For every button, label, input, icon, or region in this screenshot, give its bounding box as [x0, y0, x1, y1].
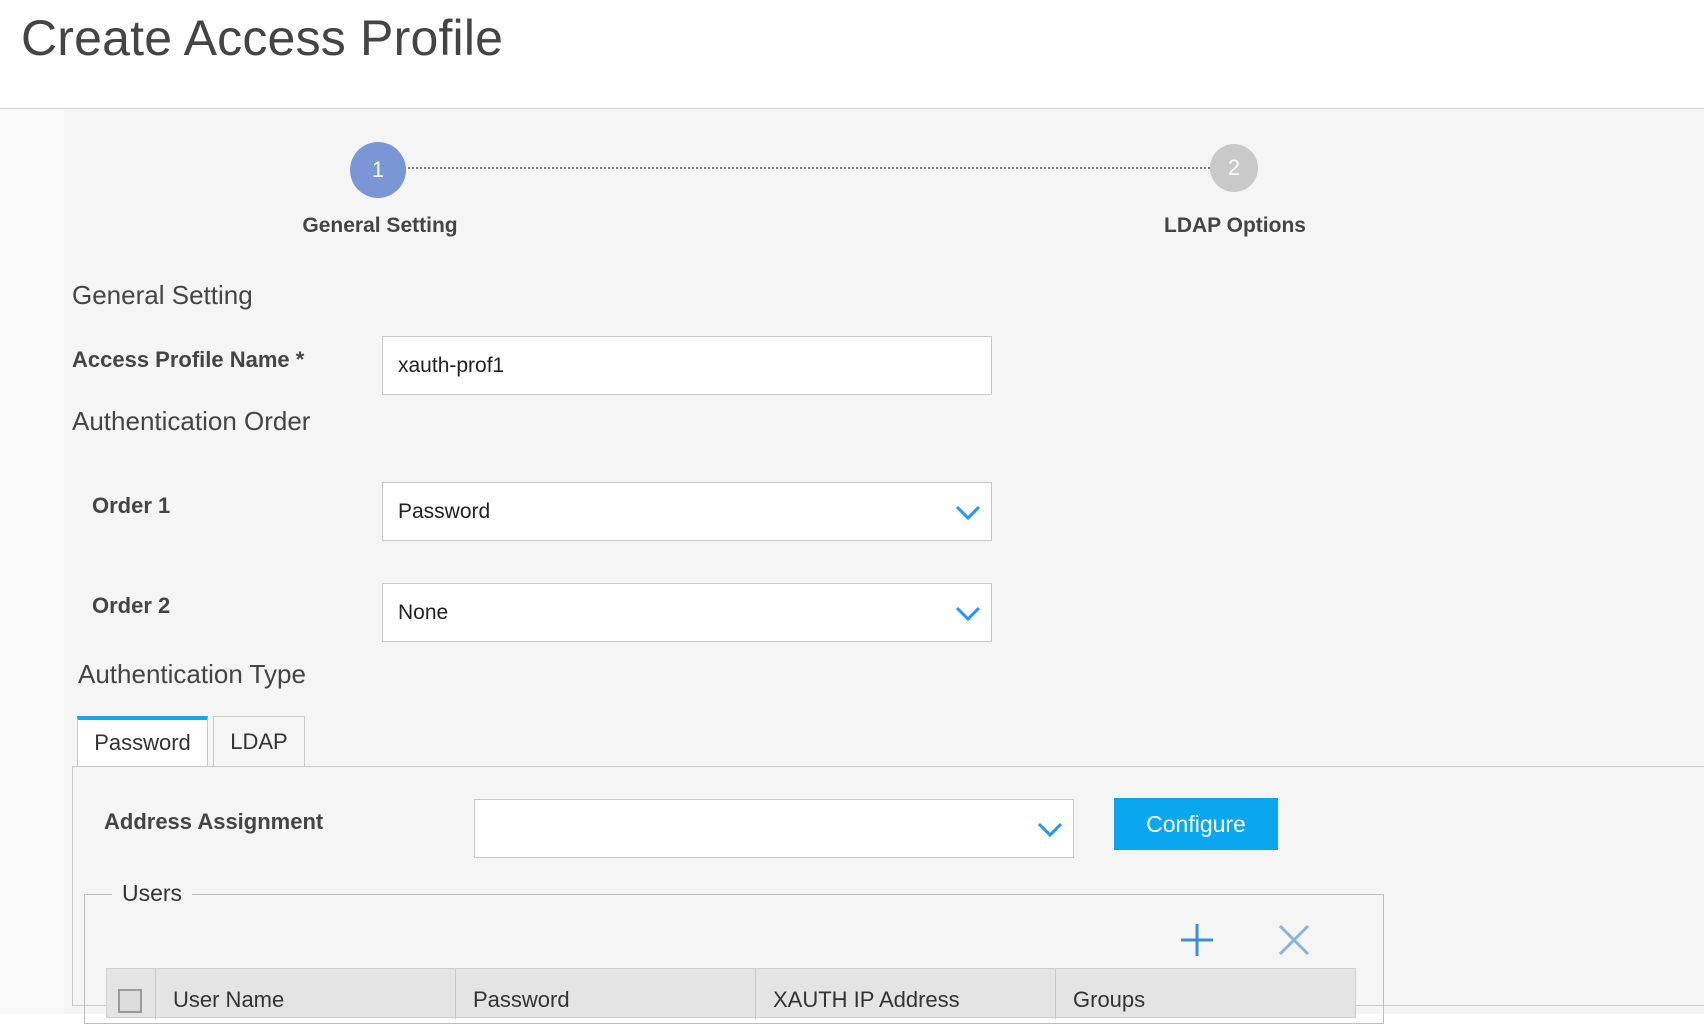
tab-password[interactable]: Password — [77, 716, 208, 766]
access-profile-name-label: Access Profile Name * — [72, 347, 305, 372]
left-gutter — [0, 109, 64, 1014]
tab-ldap[interactable]: LDAP — [213, 716, 305, 766]
page-header: Create Access Profile — [0, 0, 1704, 109]
chevron-down-icon — [955, 606, 981, 621]
column-separator — [1055, 969, 1056, 1019]
column-separator — [755, 969, 756, 1019]
column-separator — [155, 969, 156, 1019]
access-profile-name-input[interactable] — [382, 336, 992, 395]
users-table-header: User Name Password XAUTH IP Address Grou… — [106, 968, 1356, 1019]
configure-button[interactable]: Configure — [1114, 798, 1278, 850]
close-icon[interactable] — [1274, 920, 1314, 960]
order-2-value: None — [398, 600, 449, 624]
order-1-value: Password — [398, 499, 491, 523]
plus-icon[interactable] — [1177, 920, 1217, 960]
wizard-step-2-label[interactable]: LDAP Options — [1115, 214, 1355, 238]
users-legend: Users — [112, 880, 193, 907]
order-2-label: Order 2 — [92, 593, 171, 618]
order-1-select[interactable]: Password — [382, 482, 992, 541]
column-header-xauth-ip[interactable]: XAUTH IP Address — [773, 987, 960, 1013]
address-assignment-label: Address Assignment — [104, 809, 324, 834]
order-2-select[interactable]: None — [382, 583, 992, 642]
general-setting-heading: General Setting — [72, 280, 253, 310]
wizard-step-1-label[interactable]: General Setting — [260, 214, 500, 238]
wizard-progress-line — [400, 167, 1210, 169]
chevron-down-icon — [1037, 822, 1063, 837]
authentication-type-heading: Authentication Type — [78, 659, 306, 689]
column-separator — [455, 969, 456, 1019]
wizard-step-1-circle[interactable]: 1 — [350, 142, 406, 198]
column-header-password[interactable]: Password — [473, 987, 570, 1013]
wizard-step-2-circle[interactable]: 2 — [1210, 144, 1258, 192]
select-all-checkbox[interactable] — [118, 989, 142, 1013]
address-assignment-select[interactable] — [474, 799, 1074, 858]
chevron-down-icon — [955, 505, 981, 520]
column-header-user-name[interactable]: User Name — [173, 987, 284, 1013]
authentication-order-heading: Authentication Order — [72, 406, 311, 436]
column-header-groups[interactable]: Groups — [1073, 987, 1145, 1013]
order-1-label: Order 1 — [92, 493, 171, 518]
page-title: Create Access Profile — [21, 10, 504, 66]
